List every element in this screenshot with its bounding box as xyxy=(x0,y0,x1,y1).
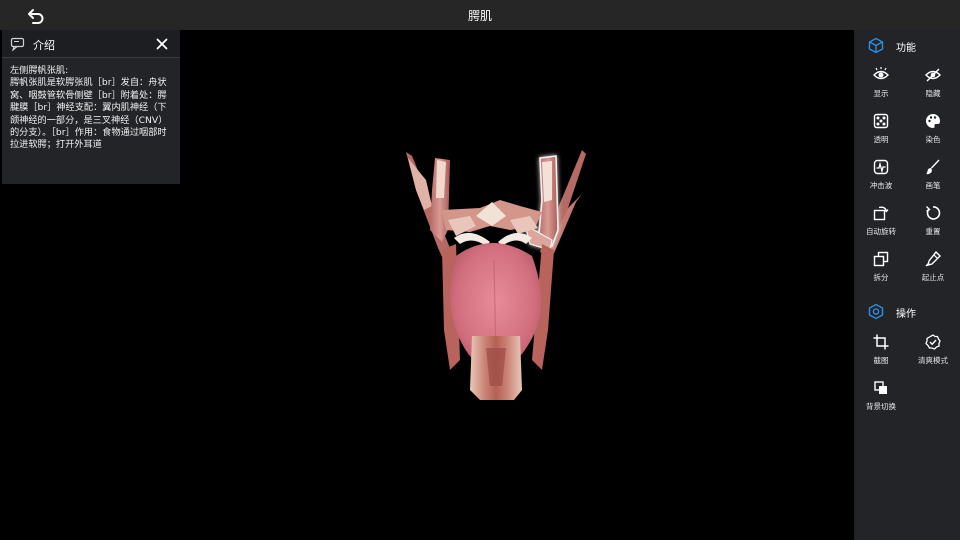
tool-panel: 功能 显示 隐藏 透明 染色 冲击波 画笔 自动旋转 重置 拆分 起止点 操作 … xyxy=(854,30,960,540)
functions-section-header: 功能 xyxy=(854,34,960,56)
color-label: 染色 xyxy=(925,135,941,144)
intro-panel: 介绍 左侧腭帆张肌: 腭帆张肌是软腭张肌［br］发自：舟状窝、咽鼓管软骨侧壁［b… xyxy=(2,30,180,184)
operations-section-header: 操作 xyxy=(854,300,960,322)
show-button[interactable]: 显示 xyxy=(855,64,907,102)
top-bar: 腭肌 xyxy=(0,0,960,30)
intro-icon xyxy=(10,37,25,51)
palette-icon xyxy=(926,114,940,128)
origin-insertion-button[interactable]: 起止点 xyxy=(907,248,959,286)
clean-mode-label: 清爽模式 xyxy=(918,356,948,365)
hide-label: 隐藏 xyxy=(925,89,941,98)
reset-icon xyxy=(926,206,941,220)
brush-button[interactable]: 画笔 xyxy=(907,156,959,194)
reset-button[interactable]: 重置 xyxy=(907,202,959,240)
split-label: 拆分 xyxy=(873,273,889,282)
intro-header: 介绍 xyxy=(2,30,180,58)
brush-label: 画笔 xyxy=(925,181,941,190)
show-label: 显示 xyxy=(873,89,889,98)
eye-icon xyxy=(873,67,889,80)
shockwave-icon xyxy=(873,159,889,175)
shockwave-button[interactable]: 冲击波 xyxy=(855,156,907,194)
background-switch-label: 背景切换 xyxy=(866,402,896,411)
background-switch-button[interactable]: 背景切换 xyxy=(855,377,907,415)
clean-mode-button[interactable]: 清爽模式 xyxy=(907,331,959,369)
eye-off-icon xyxy=(925,68,941,82)
screenshot-button[interactable]: 截图 xyxy=(855,331,907,369)
clean-mode-icon xyxy=(925,334,941,350)
auto-rotate-icon xyxy=(873,206,889,221)
origin-insertion-icon xyxy=(925,251,941,267)
intro-title: 介绍 xyxy=(33,39,55,52)
shockwave-label: 冲击波 xyxy=(869,181,893,190)
dice-icon xyxy=(873,113,889,129)
close-icon[interactable] xyxy=(154,36,170,52)
split-button[interactable]: 拆分 xyxy=(855,248,907,286)
page-title: 腭肌 xyxy=(467,9,492,23)
auto-rotate-label: 自动旋转 xyxy=(866,227,896,236)
brush-icon xyxy=(926,159,940,175)
split-icon xyxy=(873,251,889,267)
transparent-button[interactable]: 透明 xyxy=(855,110,907,148)
cube-icon xyxy=(868,37,884,54)
origin-insertion-label: 起止点 xyxy=(921,273,945,282)
screenshot-label: 截图 xyxy=(873,356,889,365)
hide-button[interactable]: 隐藏 xyxy=(907,64,959,102)
functions-label: 功能 xyxy=(896,43,916,54)
intro-text: 左侧腭帆张肌: 腭帆张肌是软腭张肌［br］发自：舟状窝、咽鼓管软骨侧壁［br］附… xyxy=(10,65,174,152)
color-button[interactable]: 染色 xyxy=(907,110,959,148)
background-switch-icon xyxy=(874,381,887,394)
transparent-label: 透明 xyxy=(873,135,889,144)
crop-icon xyxy=(873,334,889,350)
3d-viewport[interactable] xyxy=(180,30,854,540)
palate-muscle-model[interactable] xyxy=(180,30,854,540)
intro-body: 腭帆张肌是软腭张肌［br］发自：舟状窝、咽鼓管软骨侧壁［br］附着处：腭腱膜［b… xyxy=(10,77,168,151)
auto-rotate-button[interactable]: 自动旋转 xyxy=(855,202,907,240)
operations-label: 操作 xyxy=(896,309,916,320)
intro-heading: 左侧腭帆张肌: xyxy=(10,65,69,76)
reset-label: 重置 xyxy=(925,227,941,236)
hexagon-settings-icon xyxy=(868,303,884,320)
